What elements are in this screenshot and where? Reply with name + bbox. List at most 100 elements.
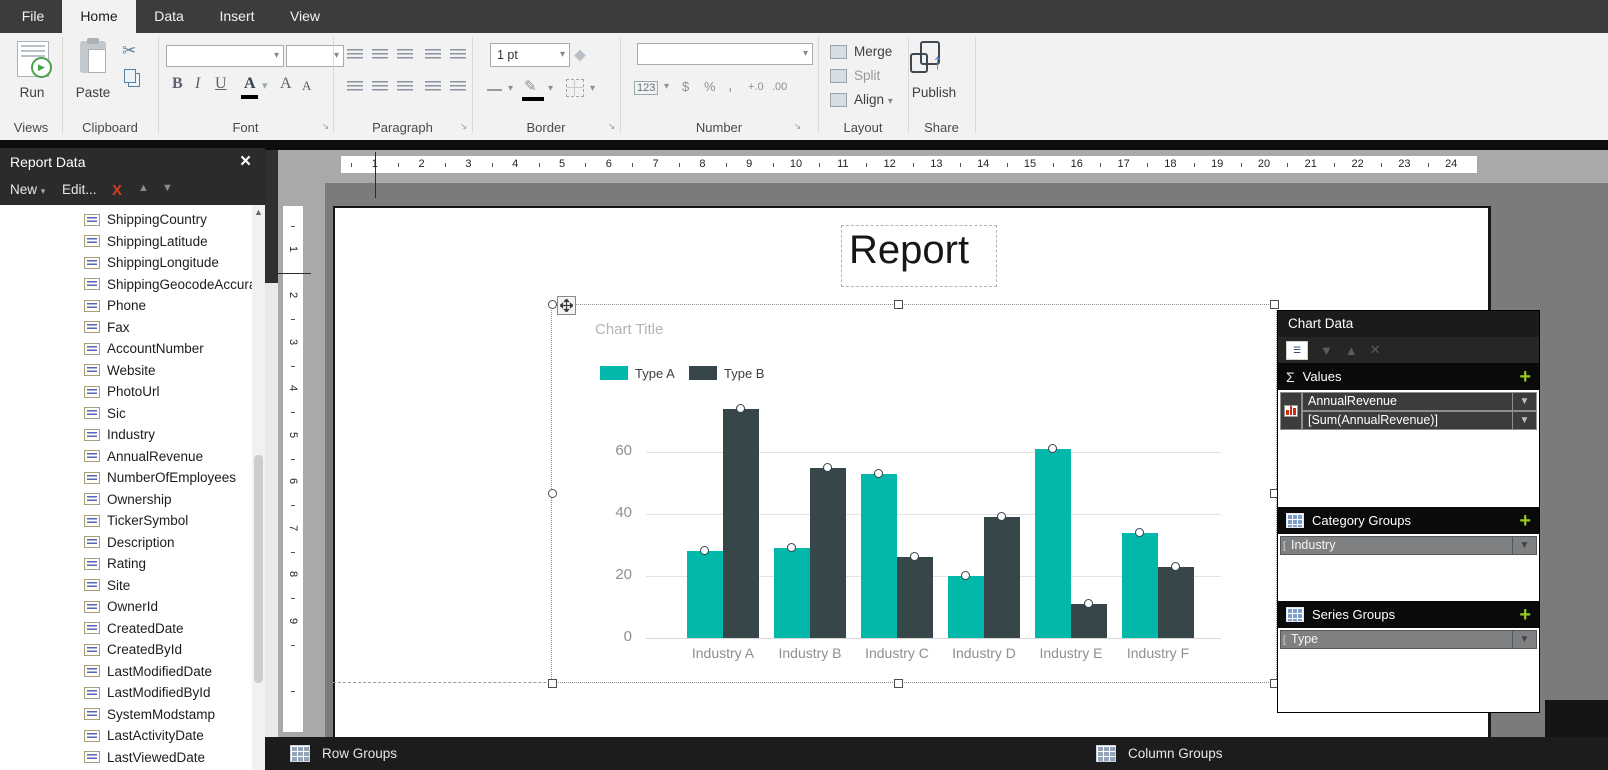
tab-file[interactable]: File (10, 0, 56, 33)
merge-button[interactable]: Merge (854, 44, 892, 59)
border-style-icon[interactable]: — (487, 81, 502, 98)
category-group-row[interactable]: Industry ▼ (1280, 536, 1537, 555)
column-groups-pane[interactable]: Column Groups (1096, 737, 1223, 770)
tree-item-field[interactable]: PhotoUrl (84, 381, 160, 402)
add-series-group-button[interactable]: + (1519, 605, 1531, 625)
tree-item-field[interactable]: Phone (84, 295, 146, 316)
borders-picker-dropdown[interactable]: ▾ (590, 83, 595, 94)
bar-type-a[interactable] (687, 551, 723, 638)
decrease-decimals-icon[interactable]: .00 (772, 81, 787, 93)
comma-icon[interactable]: , (728, 77, 732, 95)
resize-handle-top-right[interactable] (1270, 300, 1279, 309)
chevron-down-icon[interactable]: ▼ (1513, 411, 1537, 430)
tree-item-field[interactable]: LastViewedDate (84, 747, 205, 768)
copy-icon[interactable] (124, 69, 136, 83)
close-icon[interactable]: × (240, 151, 251, 173)
bar-type-b[interactable] (984, 517, 1020, 638)
shrink-font-button[interactable]: A (302, 75, 311, 97)
tree-item-field[interactable]: Description (84, 532, 175, 553)
move-down-icon[interactable]: ▼ (1320, 343, 1333, 358)
chevron-down-icon[interactable]: ▼ (1513, 392, 1537, 411)
bullet-list-icon[interactable] (425, 81, 441, 92)
tree-item-field[interactable]: Website (84, 360, 156, 381)
chevron-down-icon[interactable]: ▼ (1513, 536, 1537, 555)
properties-list-icon[interactable]: ☰ (1286, 340, 1308, 360)
tree-item-field[interactable]: SystemModstamp (84, 704, 215, 725)
font-size-combo[interactable]: ▾ (286, 45, 344, 67)
fill-color-icon[interactable]: ⬥ (574, 45, 586, 65)
border-color-dropdown[interactable]: ▾ (548, 83, 553, 94)
cut-icon[interactable]: ✂ (122, 41, 136, 61)
resize-handle-middle-left[interactable] (548, 489, 557, 498)
bar-type-a[interactable] (861, 473, 897, 638)
bar-type-a[interactable] (1122, 532, 1158, 638)
add-category-group-button[interactable]: + (1519, 511, 1531, 531)
run-button[interactable]: Run (0, 85, 64, 100)
tree-item-field[interactable]: Rating (84, 553, 146, 574)
align-top-icon[interactable] (347, 49, 363, 60)
bar-type-b[interactable] (1071, 603, 1107, 638)
number-format-dropdown[interactable]: ▾ (664, 81, 669, 92)
currency-icon[interactable]: $ (682, 79, 689, 94)
tree-item-field[interactable]: AccountNumber (84, 338, 204, 359)
report-title-textbox[interactable]: Report (841, 225, 997, 287)
resize-handle-bottom-left[interactable] (548, 679, 557, 688)
tree-item-field[interactable]: Site (84, 575, 130, 596)
numbered-list-icon[interactable] (450, 81, 466, 92)
tree-item-field[interactable]: ShippingGeocodeAccura (84, 274, 252, 295)
tree-item-field[interactable]: CreatedById (84, 639, 182, 660)
delete-icon[interactable]: ✕ (1370, 342, 1381, 358)
row-groups-pane[interactable]: Row Groups (290, 737, 397, 770)
underline-button[interactable]: U (215, 73, 227, 95)
bar-type-b[interactable] (897, 557, 933, 638)
tree-item-field[interactable]: LastActivityDate (84, 725, 204, 746)
decrease-indent-icon[interactable] (425, 49, 441, 60)
tab-home[interactable]: Home (62, 0, 136, 33)
tree-item-field[interactable]: Industry (84, 424, 155, 445)
bar-type-b[interactable] (723, 408, 759, 638)
scroll-up-icon[interactable]: ▲ (252, 207, 265, 217)
align-bottom-icon[interactable] (397, 49, 413, 60)
resize-handle-top-middle[interactable] (894, 300, 903, 309)
tree-item-field[interactable]: ShippingCountry (84, 209, 207, 230)
tree-item-field[interactable]: TickerSymbol (84, 510, 188, 531)
bar-type-b[interactable] (1158, 566, 1194, 638)
tree-item-field[interactable]: AnnualRevenue (84, 446, 203, 467)
grow-font-button[interactable]: A (280, 73, 292, 95)
resize-handle-top-left[interactable] (548, 300, 557, 309)
align-center-icon[interactable] (372, 81, 388, 92)
chevron-down-icon[interactable]: ▼ (1513, 630, 1537, 649)
tab-view[interactable]: View (276, 0, 334, 33)
tree-item-field[interactable]: ShippingLongitude (84, 252, 219, 273)
edit-button[interactable]: Edit... (62, 182, 97, 197)
bar-type-a[interactable] (774, 548, 810, 638)
canvas-scrollbar-thumb[interactable] (265, 150, 278, 283)
number-format-combo[interactable]: ▾ (637, 43, 813, 65)
publish-button[interactable]: Publish (896, 85, 972, 100)
tree-scrollbar-thumb[interactable] (254, 455, 263, 683)
align-button[interactable]: Align ▾ (854, 92, 893, 107)
font-color-dropdown[interactable]: ▾ (262, 75, 268, 97)
tree-item-field[interactable]: LastModifiedById (84, 682, 211, 703)
align-right-icon[interactable] (397, 81, 413, 92)
tree-item-field[interactable]: CreatedDate (84, 618, 184, 639)
border-color-pen-icon[interactable]: ✎ (524, 77, 537, 95)
value-row-field[interactable]: AnnualRevenue ▼ (1302, 392, 1537, 411)
chart-element[interactable]: Chart Title Type A Type B 0 20 40 60 Industr… (551, 304, 1277, 683)
bar-type-a[interactable] (948, 576, 984, 638)
number-format-icon[interactable]: 123 (634, 81, 659, 95)
move-down-icon[interactable]: ▼ (162, 182, 173, 194)
tree-item-field[interactable]: NumberOfEmployees (84, 467, 236, 488)
bar-type-b[interactable] (810, 467, 846, 638)
tree-item-field[interactable]: Sic (84, 403, 126, 424)
value-row-expression[interactable]: [Sum(AnnualRevenue)] ▼ (1302, 411, 1537, 430)
align-middle-icon[interactable] (372, 49, 388, 60)
border-style-dropdown[interactable]: ▾ (508, 83, 513, 94)
borders-picker-icon[interactable] (566, 79, 584, 97)
italic-button[interactable]: I (195, 73, 200, 95)
delete-icon[interactable]: X (112, 182, 122, 199)
tree-item-field[interactable]: OwnerId (84, 596, 158, 617)
align-left-icon[interactable] (347, 81, 363, 92)
resize-handle-bottom-middle[interactable] (894, 679, 903, 688)
tree-item-field[interactable]: Fax (84, 317, 130, 338)
